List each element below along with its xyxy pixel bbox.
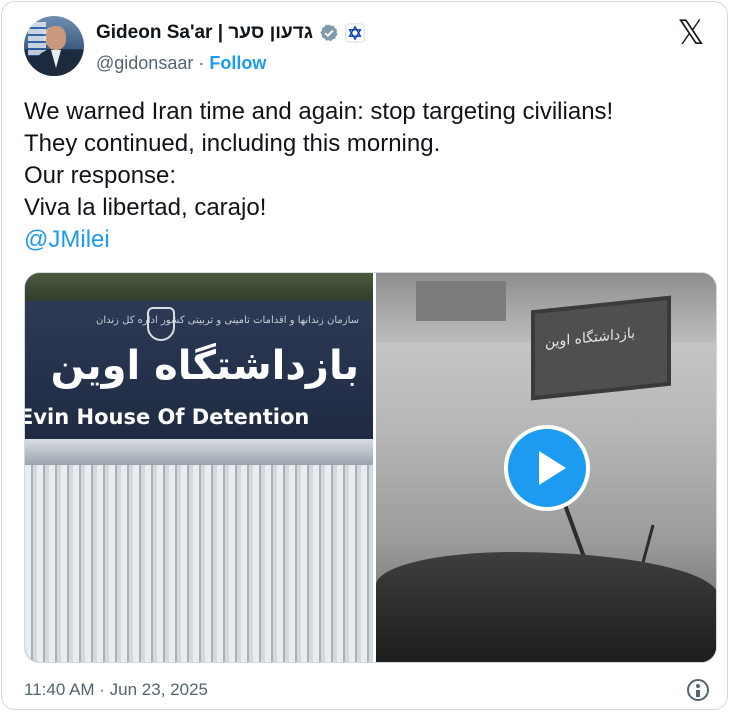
- photo-sky: [25, 273, 373, 303]
- tweet-card: Gideon Sa'ar | גדעון סער @gidonsaar · Fo…: [1, 1, 728, 710]
- follow-button[interactable]: Follow: [209, 53, 266, 74]
- separator-dot: ·: [198, 52, 205, 73]
- government-affiliation-icon: [345, 23, 365, 43]
- media-grid: سازمان زندانها و اقدامات تامینی و تربیتی…: [24, 272, 717, 663]
- thumbnail-sign: بازداشتگاه اوین: [531, 295, 671, 401]
- tweet-line: We warned Iran time and again: stop targ…: [24, 98, 614, 125]
- author-avatar[interactable]: [24, 16, 84, 76]
- thumbnail-bushes: [376, 552, 716, 662]
- photo-beam: [25, 439, 373, 465]
- sign-farsi-small-text: سازمان زندانها و اقدامات تامینی و تربیتی…: [95, 315, 359, 326]
- author-name[interactable]: Gideon Sa'ar | גדעון סער: [96, 22, 313, 44]
- tweet-text: We warned Iran time and again: stop targ…: [24, 96, 714, 256]
- author-name-row: Gideon Sa'ar | גדעון סער: [96, 20, 365, 46]
- tweet-line: Our response:: [24, 162, 177, 189]
- timestamp-link[interactable]: 11:40 AM · Jun 23, 2025: [24, 680, 208, 700]
- tweet-header: Gideon Sa'ar | גדעון סער @gidonsaar · Fo…: [24, 16, 711, 80]
- sign-farsi-big-text: بازداشتگاه اوین: [50, 343, 359, 389]
- corrugated-wall: [25, 465, 373, 662]
- emblem-icon: [147, 307, 175, 341]
- tweet-footer: 11:40 AM · Jun 23, 2025: [24, 678, 709, 702]
- info-icon[interactable]: [687, 679, 709, 701]
- tweet-line: They continued, including this morning.: [24, 130, 441, 157]
- mention-link[interactable]: @JMilei: [24, 226, 110, 253]
- thumbnail-window: [416, 281, 506, 321]
- x-logo-icon[interactable]: 𝕏: [675, 16, 707, 50]
- sign-english-text: Evin House Of Detention: [25, 405, 310, 429]
- evin-sign-photo[interactable]: سازمان زندانها و اقدامات تامینی و تربیتی…: [25, 273, 373, 662]
- tweet-line: Viva la libertad, carajo!: [24, 194, 267, 221]
- video-thumbnail[interactable]: بازداشتگاه اوین: [376, 273, 716, 662]
- evin-sign: سازمان زندانها و اقدامات تامینی و تربیتی…: [25, 301, 373, 439]
- author-handle-row: @gidonsaar · Follow: [96, 52, 266, 74]
- thumbnail-sign-text: بازداشتگاه اوین: [545, 325, 635, 351]
- author-handle[interactable]: @gidonsaar: [96, 53, 193, 74]
- verified-badge-icon: [320, 24, 338, 42]
- avatar-head: [46, 26, 66, 50]
- play-button-icon[interactable]: [504, 425, 590, 511]
